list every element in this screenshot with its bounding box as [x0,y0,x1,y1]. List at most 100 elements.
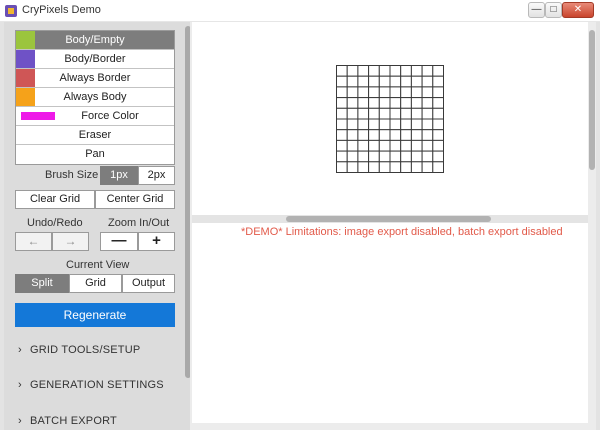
grid-cell[interactable] [346,161,359,173]
grid-cell[interactable] [336,65,348,77]
grid-cell[interactable] [368,65,380,77]
brush-1px-button[interactable]: 1px [100,166,138,185]
pixel-grid[interactable] [336,65,444,173]
section-generation-settings[interactable]: › GENERATION SETTINGS [18,379,164,395]
sidebar-scrollbar[interactable] [185,26,190,378]
grid-cell[interactable] [336,139,348,152]
grid-cell[interactable] [357,129,370,141]
grid-cell[interactable] [389,139,402,152]
grid-cell[interactable] [368,150,380,163]
layer-item-always-body[interactable]: Always Body [16,88,174,107]
grid-cell[interactable] [378,75,391,88]
grid-cell[interactable] [346,107,359,120]
grid-cell[interactable] [378,129,391,141]
grid-cell[interactable] [410,129,423,141]
maximize-button[interactable]: □ [545,2,562,18]
grid-cell[interactable] [400,65,412,77]
grid-cell[interactable] [368,75,380,88]
grid-cell[interactable] [336,97,348,109]
zoom-in-button[interactable]: + [138,232,175,251]
grid-cell[interactable] [421,161,434,173]
grid-cell[interactable] [389,65,402,77]
redo-button[interactable]: → [52,232,89,251]
grid-cell[interactable] [346,139,359,152]
grid-cell[interactable] [336,86,348,99]
view-grid-button[interactable]: Grid [69,274,122,293]
grid-cell[interactable] [357,139,370,152]
grid-cell[interactable] [432,118,444,131]
grid-cell[interactable] [336,129,348,141]
grid-cell[interactable] [346,86,359,99]
grid-cell[interactable] [432,129,444,141]
layer-item-eraser[interactable]: Eraser [16,126,174,145]
grid-cell[interactable] [346,97,359,109]
grid-cell[interactable] [368,139,380,152]
grid-cell[interactable] [378,150,391,163]
layer-item-always-border[interactable]: Always Border [16,69,174,88]
grid-cell[interactable] [336,75,348,88]
grid-cell[interactable] [346,65,359,77]
grid-cell[interactable] [357,75,370,88]
output-canvas[interactable] [192,223,588,423]
grid-cell[interactable] [368,161,380,173]
grid-cell[interactable] [346,118,359,131]
grid-cell[interactable] [410,86,423,99]
layer-item-force-color[interactable]: Force Color [16,107,174,126]
grid-cell[interactable] [410,150,423,163]
grid-cell[interactable] [389,150,402,163]
grid-cell[interactable] [378,107,391,120]
grid-cell[interactable] [410,161,423,173]
brush-2px-button[interactable]: 2px [138,166,175,185]
section-batch-export[interactable]: › BATCH EXPORT [18,415,117,430]
force-color-swatch[interactable] [21,112,55,120]
grid-cell[interactable] [421,129,434,141]
grid-cell[interactable] [421,75,434,88]
grid-cell[interactable] [368,118,380,131]
grid-cell[interactable] [368,86,380,99]
grid-cell[interactable] [378,65,391,77]
center-grid-button[interactable]: Center Grid [95,190,175,209]
grid-cell[interactable] [389,75,402,88]
grid-cell[interactable] [357,118,370,131]
grid-cell[interactable] [368,129,380,141]
view-output-button[interactable]: Output [122,274,175,293]
grid-cell[interactable] [400,150,412,163]
undo-button[interactable]: ← [15,232,52,251]
grid-cell[interactable] [410,97,423,109]
grid-cell[interactable] [432,75,444,88]
view-split-button[interactable]: Split [15,274,69,293]
grid-cell[interactable] [400,107,412,120]
grid-cell[interactable] [389,107,402,120]
canvas-horizontal-scrollbar[interactable] [286,216,491,222]
grid-cell[interactable] [357,107,370,120]
grid-cell[interactable] [378,161,391,173]
grid-cell[interactable] [432,139,444,152]
grid-cell[interactable] [368,97,380,109]
grid-cell[interactable] [400,97,412,109]
grid-cell[interactable] [368,107,380,120]
grid-cell[interactable] [421,150,434,163]
grid-cell[interactable] [336,118,348,131]
grid-cell[interactable] [421,139,434,152]
grid-cell[interactable] [432,107,444,120]
grid-cell[interactable] [389,97,402,109]
grid-cell[interactable] [400,139,412,152]
grid-cell[interactable] [410,139,423,152]
grid-cell[interactable] [378,86,391,99]
grid-cell[interactable] [346,150,359,163]
grid-cell[interactable] [378,139,391,152]
layer-item-pan[interactable]: Pan [16,145,174,164]
grid-cell[interactable] [357,97,370,109]
grid-cell[interactable] [346,75,359,88]
grid-cell[interactable] [400,118,412,131]
grid-canvas[interactable] [192,22,588,219]
close-button[interactable]: ✕ [562,2,594,18]
grid-cell[interactable] [357,150,370,163]
layer-item-body-border[interactable]: Body/Border [16,50,174,69]
section-grid-tools[interactable]: › GRID TOOLS/SETUP [18,344,140,360]
grid-cell[interactable] [400,161,412,173]
clear-grid-button[interactable]: Clear Grid [15,190,95,209]
regenerate-button[interactable]: Regenerate [15,303,175,327]
layer-item-body-empty[interactable]: Body/Empty [16,31,174,50]
grid-cell[interactable] [400,129,412,141]
